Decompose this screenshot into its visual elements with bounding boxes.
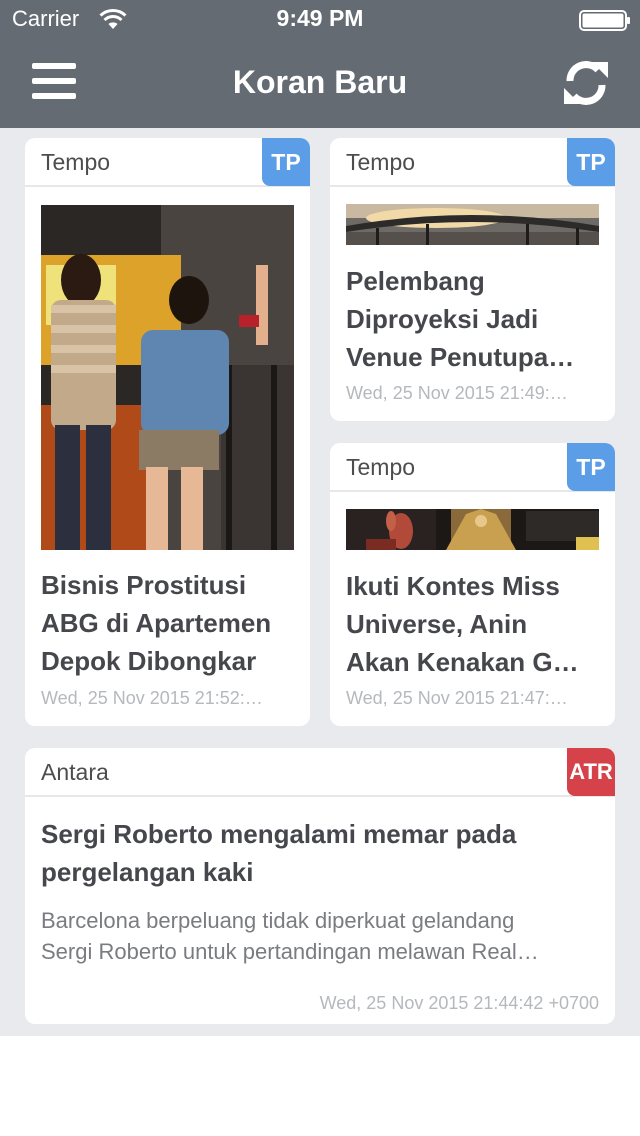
- summary-line: Barcelona berpeluang tidak diperkuat gel…: [41, 908, 515, 933]
- article-title: Ikuti Kontes Miss Universe, Anin Akan Ke…: [346, 567, 599, 681]
- title-line: Akan Kenakan G…: [346, 647, 579, 677]
- article-date: Wed, 25 Nov 2015 21:49:…: [346, 383, 568, 403]
- source-name: Tempo: [41, 149, 111, 175]
- title-line: Pelembang: [346, 266, 485, 296]
- article-summary: Barcelona berpeluang tidak diperkuat gel…: [41, 905, 601, 967]
- title-line: Depok Dibongkar: [41, 646, 257, 676]
- article-thumbnail: [346, 204, 599, 245]
- news-card[interactable]: Tempo TP Ikuti Kontes Miss Universe, Ani…: [330, 443, 615, 726]
- article-date: Wed, 25 Nov 2015 21:52:…: [41, 688, 263, 708]
- news-card[interactable]: Tempo TP Bisnis Prostitusi ABG di Aparte…: [25, 138, 310, 726]
- card-header: Tempo TP: [25, 138, 310, 187]
- title-line: Diproyeksi Jadi: [346, 304, 539, 334]
- news-feed: Tempo TP Bisnis Prostitusi ABG di Aparte…: [0, 128, 640, 1036]
- title-line: Universe, Anin: [346, 609, 528, 639]
- battery-icon: [579, 10, 630, 31]
- summary-line: Sergi Roberto untuk pertandingan melawan…: [41, 939, 539, 964]
- source-badge: ATR: [567, 748, 615, 796]
- title-line: Venue Penutupa…: [346, 342, 575, 372]
- article-title: Sergi Roberto mengalami memar pada perge…: [41, 815, 601, 891]
- card-header: Tempo TP: [330, 443, 615, 492]
- status-bar: Carrier 9:49 PM: [0, 0, 640, 40]
- article-date: Wed, 25 Nov 2015 21:44:42 +0700: [319, 993, 599, 1013]
- page-title: Koran Baru: [232, 64, 408, 100]
- title-line: pergelangan kaki: [41, 857, 254, 887]
- title-line: Ikuti Kontes Miss: [346, 571, 560, 601]
- source-badge: TP: [567, 138, 615, 186]
- article-date: Wed, 25 Nov 2015 21:47:…: [346, 688, 568, 708]
- article-thumbnail: [346, 509, 599, 550]
- article-title: Pelembang Diproyeksi Jadi Venue Penutupa…: [346, 262, 599, 376]
- source-badge: TP: [567, 443, 615, 491]
- source-name: Tempo: [346, 149, 416, 175]
- source-name: Tempo: [346, 454, 416, 480]
- news-card[interactable]: Tempo TP Pelembang Diproyeksi Jadi Venue…: [330, 138, 615, 421]
- title-line: ABG di Apartemen: [41, 608, 272, 638]
- title-line: Bisnis Prostitusi: [41, 570, 247, 600]
- news-card[interactable]: Antara ATR Sergi Roberto mengalami memar…: [25, 748, 615, 1024]
- card-header: Tempo TP: [330, 138, 615, 187]
- navigation-bar: Carrier 9:49 PM Koran Baru: [0, 0, 640, 128]
- source-name: Antara: [41, 759, 109, 785]
- article-thumbnail: [41, 205, 294, 550]
- source-badge: TP: [262, 138, 310, 186]
- clock: 9:49 PM: [276, 5, 364, 31]
- refresh-icon[interactable]: [562, 60, 610, 106]
- title-line: Sergi Roberto mengalami memar pada: [41, 819, 517, 849]
- card-header: Antara ATR: [25, 748, 615, 797]
- article-title: Bisnis Prostitusi ABG di Apartemen Depok…: [41, 566, 294, 680]
